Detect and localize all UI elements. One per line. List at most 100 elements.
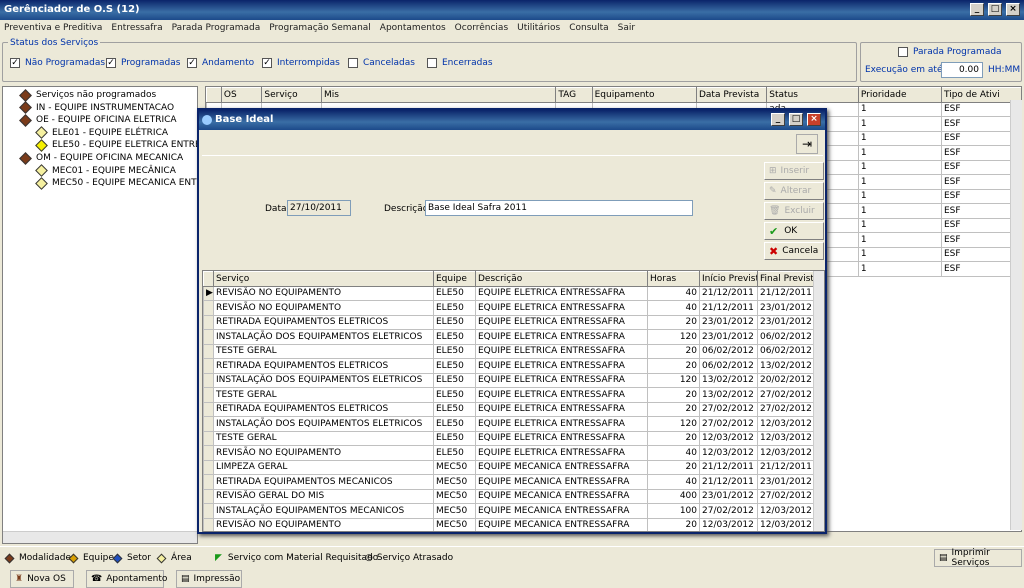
checkbox-box[interactable] bbox=[427, 58, 437, 68]
minimize-button[interactable]: _ bbox=[970, 3, 984, 16]
table-cell: 100 bbox=[647, 503, 700, 519]
main-title-bar: Gerênciador de O.S (12) _ □ × bbox=[0, 0, 1024, 20]
table-row[interactable]: REVISÃO NO EQUIPAMENTO ELE50 EQUIPE ELETRI… bbox=[203, 300, 814, 316]
tree-node[interactable]: OE - EQUIPE OFICINA ELETRICA bbox=[19, 113, 177, 127]
grid-vertical-scrollbar[interactable] bbox=[1010, 100, 1022, 530]
table-cell: 12/03/2012 bbox=[757, 430, 814, 446]
data-input[interactable]: 27/10/2011 bbox=[287, 200, 351, 216]
menu-item-8[interactable]: Sair bbox=[618, 23, 635, 33]
tree-node[interactable]: Serviços não programados bbox=[19, 88, 156, 102]
imprimir-servicos-button[interactable]: ▤ Imprimir Serviços bbox=[934, 548, 1022, 568]
status-checkbox-5[interactable]: Encerradas bbox=[427, 58, 493, 68]
menu-item-0[interactable]: Preventiva e Preditiva bbox=[4, 23, 102, 33]
phone-icon: ☎ bbox=[91, 574, 103, 584]
table-cell: INSTALAÇÃO DOS EQUIPAMENTOS ELETRICOS bbox=[213, 329, 434, 345]
dialog-grid-scrollbar[interactable] bbox=[813, 271, 824, 531]
column-header[interactable]: Descrição bbox=[475, 271, 648, 287]
table-row[interactable]: TESTE GERAL ELE50 EQUIPE ELETRICA ENTRESSA… bbox=[203, 430, 814, 446]
menu-item-3[interactable]: Programação Semanal bbox=[269, 23, 371, 33]
checkbox-box[interactable]: ✓ bbox=[187, 58, 197, 68]
column-header[interactable]: TAG bbox=[555, 87, 593, 103]
column-header[interactable]: Data Prevista bbox=[695, 87, 768, 103]
column-header[interactable]: Final Previsto bbox=[757, 271, 814, 287]
status-checkbox-0[interactable]: ✓ Não Programadas bbox=[10, 58, 105, 68]
table-cell: ELE50 bbox=[433, 372, 476, 388]
column-header[interactable]: Mis bbox=[321, 87, 557, 103]
table-cell: MEC50 bbox=[433, 474, 476, 490]
table-row[interactable]: REVISÃO NO EQUIPAMENTO ELE50 EQUIPE ELETRI… bbox=[203, 445, 814, 461]
table-cell: EQUIPE ELETRICA ENTRESSAFRA bbox=[475, 329, 648, 345]
apontamento-button[interactable]: ☎ Apontamento bbox=[86, 570, 167, 588]
table-cell: 12/03/2012 bbox=[757, 416, 814, 432]
column-header[interactable]: OS bbox=[220, 87, 263, 103]
tree-node[interactable]: MEC50 - EQUIPE MECANICA ENTRE bbox=[35, 176, 209, 190]
table-row[interactable]: RETIRADA EQUIPAMENTOS MECANICOS MEC50 EQUI… bbox=[203, 474, 814, 490]
table-row[interactable]: INSTALAÇÃO DOS EQUIPAMENTOS ELETRICOS ELE… bbox=[203, 329, 814, 345]
table-cell: 13/02/2012 bbox=[699, 387, 758, 403]
tree-node[interactable]: ELE01 - EQUIPE ELÉTRICA bbox=[35, 126, 168, 140]
checkbox-box[interactable] bbox=[348, 58, 358, 68]
table-row[interactable]: REVISÃO GERAL DO MIS MEC50 EQUIPE MECANICA… bbox=[203, 488, 814, 504]
tree-node-label: ELE50 - EQUIPE ELETRICA ENTRES bbox=[52, 140, 207, 151]
table-row[interactable]: LIMPEZA GERAL MEC50 EQUIPE MECANICA ENTRES… bbox=[203, 459, 814, 475]
inserir-button[interactable]: ⊞ Inserir bbox=[764, 162, 824, 180]
dialog-maximize-button[interactable]: □ bbox=[789, 113, 803, 126]
column-header[interactable]: Equipe bbox=[433, 271, 476, 287]
column-header[interactable]: Início Previsto bbox=[699, 271, 758, 287]
column-header[interactable]: Horas bbox=[647, 271, 700, 287]
alterar-button[interactable]: ✎ Alterar bbox=[764, 182, 824, 200]
impressao-button[interactable]: ▤ Impressão bbox=[176, 570, 242, 588]
column-header[interactable]: Serviço bbox=[213, 271, 434, 287]
descricao-input[interactable]: Base Ideal Safra 2011 bbox=[425, 200, 693, 216]
tree-node[interactable]: IN - EQUIPE INSTRUMENTACAO bbox=[19, 101, 174, 114]
checkbox-box[interactable]: ✓ bbox=[10, 58, 20, 68]
exec-input[interactable]: 0.00 bbox=[941, 62, 983, 78]
close-button[interactable]: × bbox=[1006, 3, 1020, 16]
cancela-button[interactable]: ✖ Cancela bbox=[764, 242, 824, 260]
dialog-minimize-button[interactable]: _ bbox=[771, 113, 785, 126]
table-row[interactable]: RETIRADA EQUIPAMENTOS ELETRICOS ELE50 EQUI… bbox=[203, 314, 814, 330]
nova-os-button[interactable]: ♜ Nova OS bbox=[10, 570, 74, 588]
checkbox-label: Encerradas bbox=[442, 58, 493, 68]
status-checkbox-2[interactable]: ✓ Andamento bbox=[187, 58, 254, 68]
parada-programada-checkbox[interactable]: Parada Programada bbox=[898, 47, 1002, 57]
menu-item-2[interactable]: Parada Programada bbox=[172, 23, 261, 33]
menu-item-4[interactable]: Apontamentos bbox=[380, 23, 446, 33]
column-header[interactable]: Status bbox=[766, 87, 859, 103]
dialog-close-button[interactable]: × bbox=[807, 113, 821, 126]
table-row[interactable]: ▶ REVISÃO NO EQUIPAMENTO ELE50 EQUIPE ELETR… bbox=[203, 285, 814, 301]
tree-node[interactable]: OM - EQUIPE OFICINA MECANICA bbox=[19, 151, 183, 165]
table-cell: ELE50 bbox=[433, 285, 476, 301]
row-indicator bbox=[203, 474, 214, 490]
tree-horizontal-scrollbar[interactable] bbox=[3, 531, 197, 543]
column-header[interactable]: Serviço bbox=[261, 87, 323, 103]
table-cell: EQUIPE MECANICA ENTRESSAFRA bbox=[475, 474, 648, 490]
tree-node[interactable]: MEC01 - EQUIPE MECÂNICA bbox=[35, 164, 176, 177]
status-checkbox-4[interactable]: Canceladas bbox=[348, 58, 415, 68]
table-cell: 120 bbox=[647, 416, 700, 432]
exit-button[interactable]: ⇥ bbox=[796, 134, 818, 154]
table-row[interactable]: RETIRADA EQUIPAMENTOS ELETRICOS ELE50 EQUI… bbox=[203, 401, 814, 417]
table-row[interactable]: TESTE GERAL ELE50 EQUIPE ELETRICA ENTRESSA… bbox=[203, 387, 814, 403]
menu-item-1[interactable]: Entressafra bbox=[111, 23, 162, 33]
column-header[interactable]: Prioridade bbox=[857, 87, 942, 103]
excluir-button[interactable]: 🗑 Excluir bbox=[764, 202, 824, 220]
table-row[interactable]: INSTALAÇÃO DOS EQUIPAMENTOS ELETRICOS ELE… bbox=[203, 416, 814, 432]
tree-node[interactable]: ELE50 - EQUIPE ELETRICA ENTRES bbox=[35, 139, 207, 152]
column-header[interactable]: Equipamento bbox=[591, 87, 697, 103]
table-row[interactable]: REVISÃO NO EQUIPAMENTO MEC50 EQUIPE MECANI… bbox=[203, 517, 814, 531]
table-row[interactable]: INSTALAÇÃO DOS EQUIPAMENTOS ELETRICOS ELE… bbox=[203, 372, 814, 388]
table-row[interactable]: RETIRADA EQUIPAMENTOS ELETRICOS ELE50 EQUI… bbox=[203, 358, 814, 374]
table-row[interactable]: INSTALAÇÃO EQUIPAMENTOS MECANICOS MEC50 EQ… bbox=[203, 503, 814, 519]
table-row[interactable]: TESTE GERAL ELE50 EQUIPE ELETRICA ENTRESSA… bbox=[203, 343, 814, 359]
status-checkbox-1[interactable]: ✓ Programadas bbox=[106, 58, 180, 68]
ok-button[interactable]: ✔ OK bbox=[764, 222, 824, 240]
checkbox-box[interactable]: ✓ bbox=[262, 58, 272, 68]
menu-item-6[interactable]: Utilitários bbox=[517, 23, 560, 33]
column-header[interactable] bbox=[206, 87, 222, 103]
status-checkbox-3[interactable]: ✓ Interrompidas bbox=[262, 58, 340, 68]
checkbox-box[interactable]: ✓ bbox=[106, 58, 116, 68]
menu-item-5[interactable]: Ocorrências bbox=[455, 23, 508, 33]
menu-item-7[interactable]: Consulta bbox=[569, 23, 608, 33]
maximize-button[interactable]: □ bbox=[988, 3, 1002, 16]
